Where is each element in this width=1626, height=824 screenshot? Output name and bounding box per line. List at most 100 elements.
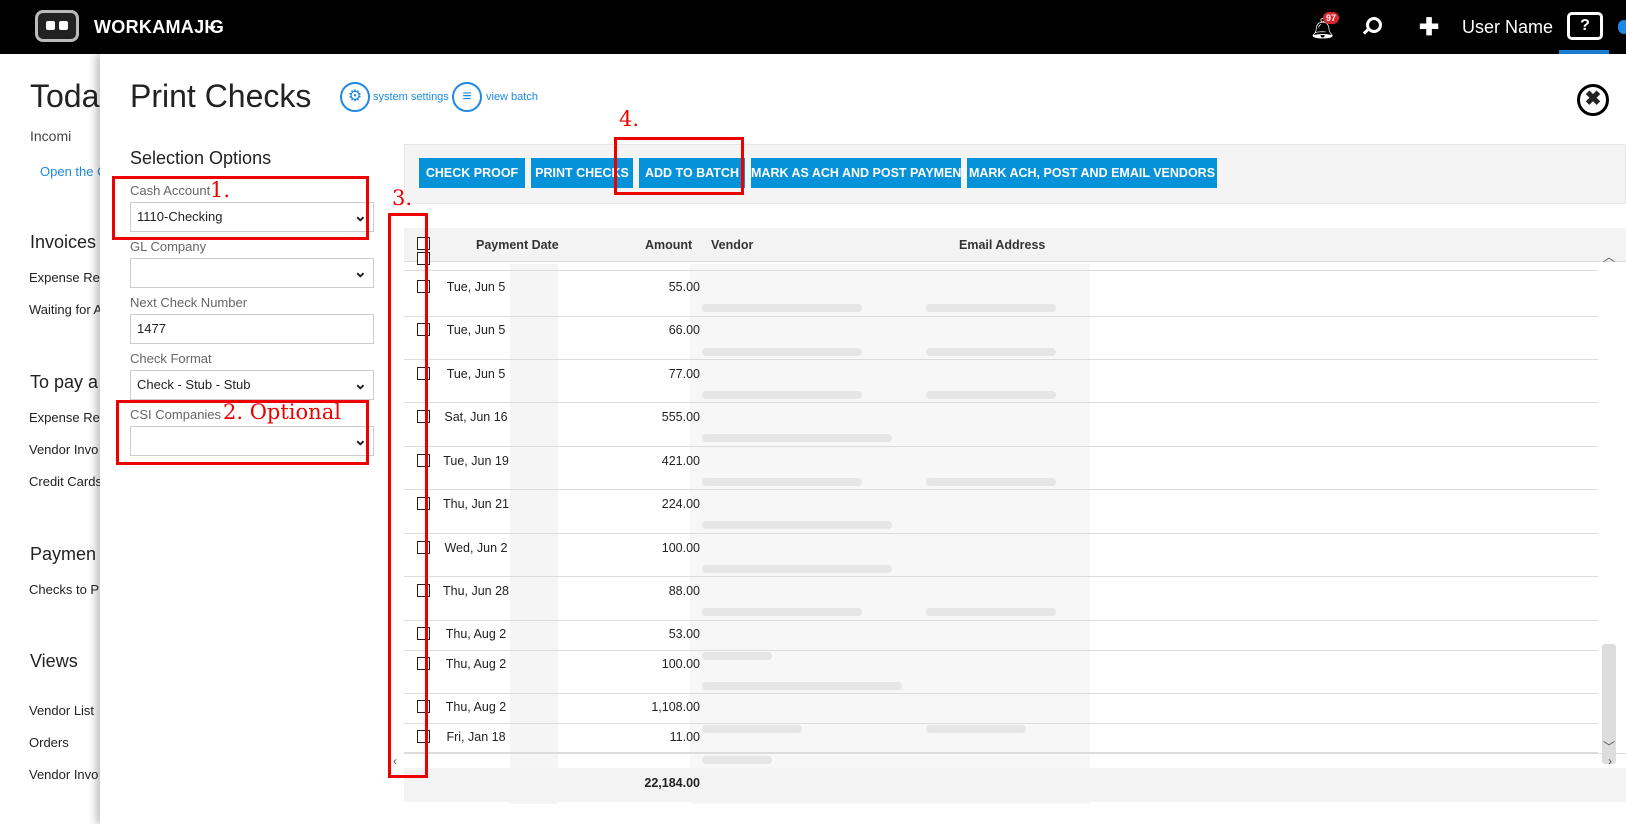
gear-icon[interactable]: ⚙ — [340, 82, 370, 112]
row-divider — [404, 316, 1598, 317]
bg-heading: To pay a — [30, 372, 99, 392]
annotation-number-2: 2. Optional — [223, 400, 341, 424]
bg-item[interactable]: Expense Rep — [29, 410, 107, 425]
payment-date-cell: Tue, Jun 19 — [443, 454, 509, 468]
row-divider — [404, 489, 1598, 490]
amount-cell: 1,108.00 — [651, 700, 700, 714]
scroll-right-arrow-icon[interactable]: › — [1608, 754, 1612, 768]
annotation-number-1: 1. — [210, 178, 231, 202]
redacted-bar — [702, 725, 802, 733]
amount-cell: 100.00 — [661, 657, 700, 671]
bg-item[interactable]: Credit Cards — [29, 474, 102, 489]
redacted-bar — [702, 521, 892, 529]
bg-item[interactable]: Vendor Invo — [29, 767, 98, 782]
row-divider — [404, 723, 1598, 724]
row-divider — [404, 650, 1598, 651]
payment-date-cell: Thu, Aug 2 — [445, 657, 507, 671]
amount-cell: 421.00 — [661, 454, 700, 468]
print-checks-modal: Print Checks ⚙ system settings ≡ view ba… — [100, 54, 1626, 824]
bg-heading: Paymen — [30, 544, 97, 564]
payment-date-cell: Tue, Jun 5 — [446, 367, 506, 381]
redacted-bar — [926, 608, 1056, 616]
bg-item[interactable]: Waiting for A — [29, 302, 102, 317]
chevron-down-icon: ⌄ — [353, 376, 367, 393]
horizontal-scrollbar[interactable] — [404, 753, 1626, 767]
amount-cell: 55.00 — [668, 280, 700, 294]
grid-footer — [404, 768, 1626, 802]
notification-badge: 97 — [1323, 12, 1340, 24]
row-divider — [404, 359, 1598, 360]
payment-date-cell: Wed, Jun 2 — [444, 541, 508, 555]
redacted-bar — [702, 565, 892, 573]
amount-cell: 53.00 — [668, 627, 700, 641]
bg-item[interactable]: Expense Rep — [29, 270, 107, 285]
amount-cell: 224.00 — [661, 497, 700, 511]
redacted-bar — [926, 391, 1056, 399]
amount-total: 22,184.00 — [644, 776, 700, 790]
payment-date-cell: Thu, Jun 28 — [442, 584, 509, 598]
payment-date-cell: Thu, Aug 2 — [445, 700, 507, 714]
chevron-down-icon: ⌄ — [353, 264, 367, 281]
amount-cell: 100.00 — [661, 541, 700, 555]
redacted-bar — [702, 304, 862, 312]
redacted-bar — [926, 348, 1056, 356]
row-divider — [404, 446, 1598, 447]
bg-item[interactable]: Vendor List — [29, 703, 94, 718]
amount-cell: 555.00 — [661, 410, 700, 424]
row-divider — [404, 270, 1598, 271]
bg-link[interactable]: Open the C — [40, 164, 107, 179]
next-check-label: Next Check Number — [130, 295, 248, 310]
system-settings-link[interactable]: system settings — [373, 91, 449, 103]
chevron-down-icon[interactable]: ⌄ — [205, 15, 218, 35]
bg-heading: Views — [30, 651, 78, 671]
payment-date-cell: Tue, Jun 5 — [446, 280, 506, 294]
amount-cell: 11.00 — [669, 730, 700, 744]
payment-date-cell: Thu, Jun 21 — [442, 497, 509, 511]
redacted-bar — [702, 682, 902, 690]
redacted-bar — [702, 478, 862, 486]
list-icon[interactable]: ≡ — [452, 82, 482, 112]
next-check-number-input[interactable]: 1477 — [130, 314, 374, 344]
redacted-bar — [702, 348, 862, 356]
selection-options-heading: Selection Options — [130, 148, 272, 168]
scroll-up-arrow-icon[interactable]: ︿ — [1603, 248, 1615, 265]
search-icon[interactable] — [1366, 17, 1382, 33]
annotation-number-3: 3. — [392, 186, 413, 210]
bg-fragment: Incomi — [30, 128, 72, 144]
bg-item[interactable]: Orders — [29, 735, 69, 750]
check-format-label: Check Format — [130, 351, 212, 366]
annotation-box-checkboxes — [388, 213, 428, 778]
row-divider — [404, 620, 1598, 621]
redacted-bar — [926, 478, 1056, 486]
user-name[interactable]: User Name — [1462, 17, 1553, 38]
mark-ach-email-button[interactable]: MARK ACH, POST AND EMAIL VENDORS — [967, 158, 1217, 188]
workamajig-logo-icon[interactable] — [35, 10, 79, 42]
row-divider — [404, 533, 1598, 534]
close-icon[interactable]: ✖ — [1577, 84, 1609, 116]
payment-date-cell: Sat, Jun 16 — [444, 410, 508, 424]
row-divider — [404, 576, 1598, 577]
amount-column-header[interactable]: Amount — [645, 238, 692, 252]
redacted-bar — [702, 608, 862, 616]
bg-item[interactable]: Vendor Invo — [29, 442, 98, 457]
plus-icon[interactable]: ✚ — [1419, 13, 1439, 42]
view-batch-link[interactable]: view batch — [486, 91, 538, 103]
vendor-column-header[interactable]: Vendor — [711, 238, 753, 252]
mark-ach-post-button[interactable]: MARK AS ACH AND POST PAYMENT — [751, 158, 969, 188]
amount-cell: 66.00 — [668, 323, 700, 337]
annotation-number-4: 4. — [619, 107, 640, 131]
help-icon[interactable]: ? — [1567, 12, 1603, 40]
email-column-header[interactable]: Email Address — [959, 238, 1045, 252]
check-proof-button[interactable]: CHECK PROOF — [419, 158, 525, 188]
redacted-bar — [926, 725, 1026, 733]
amount-cell: 77.00 — [668, 367, 700, 381]
redacted-bar — [702, 391, 862, 399]
row-divider — [404, 693, 1598, 694]
check-format-select[interactable]: Check - Stub - Stub ⌄ — [130, 370, 374, 400]
gl-company-select[interactable]: ⌄ — [130, 258, 374, 288]
payment-date-column-header[interactable]: Payment Date — [476, 238, 559, 252]
payment-date-cell: Fri, Jan 18 — [446, 730, 506, 744]
next-check-value: 1477 — [137, 321, 166, 336]
bg-item[interactable]: Checks to Pr — [29, 582, 103, 597]
gl-company-label: GL Company — [130, 239, 207, 254]
